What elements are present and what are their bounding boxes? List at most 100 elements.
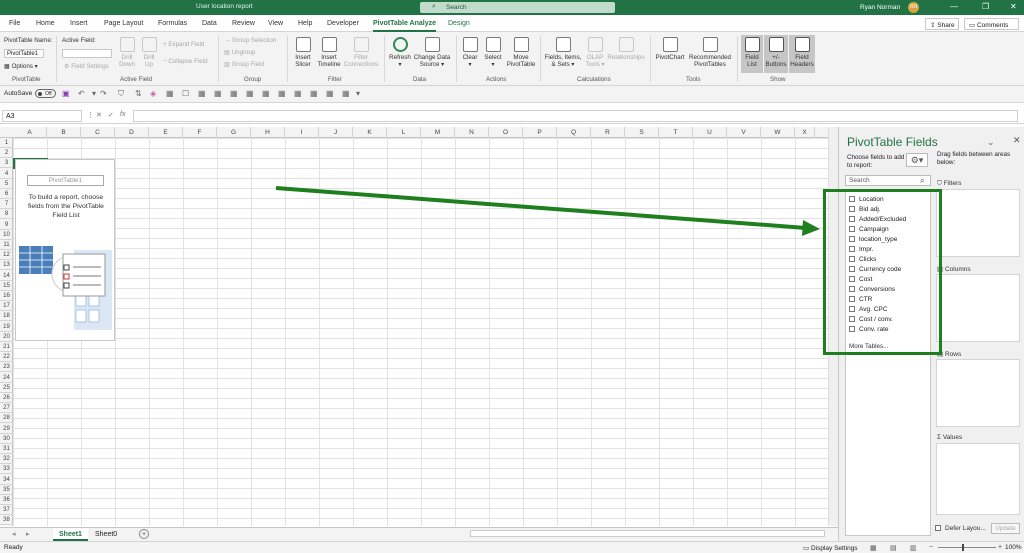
column-header[interactable]: M <box>421 127 455 138</box>
column-header[interactable]: V <box>727 127 761 138</box>
row-header[interactable]: 19 <box>0 322 13 332</box>
column-header[interactable]: F <box>183 127 217 138</box>
row-header[interactable]: 23 <box>0 362 13 373</box>
row-header[interactable]: 16 <box>0 291 13 301</box>
tools-gear-icon[interactable]: ⚙▾ <box>906 153 928 167</box>
column-header[interactable]: L <box>387 127 421 138</box>
row-header[interactable]: 14 <box>0 271 13 281</box>
field-search-input[interactable]: Search <box>845 175 931 186</box>
save-icon[interactable]: ▣ <box>62 89 70 98</box>
tab-view[interactable]: View <box>268 20 283 27</box>
plus-minus-buttons-button[interactable]: +/- Buttons <box>764 35 788 73</box>
pivottable-placeholder[interactable]: PivotTable1 To build a report, choose fi… <box>15 159 115 341</box>
row-header[interactable]: 12 <box>0 250 13 261</box>
column-header[interactable]: C <box>81 127 115 138</box>
comments-button[interactable]: ▭ Comments <box>964 18 1019 30</box>
column-header[interactable]: Q <box>557 127 591 138</box>
format-icon[interactable]: ☐ <box>182 89 189 98</box>
tab-developer[interactable]: Developer <box>327 20 359 27</box>
relationships-button[interactable]: Relationships <box>606 37 646 61</box>
clear-button[interactable]: Clear ▾ <box>460 37 480 68</box>
row-header[interactable]: 11 <box>0 240 13 250</box>
grid-icon[interactable]: ▦ <box>246 89 254 98</box>
filter-connections-button[interactable]: Filter Connections <box>343 37 379 68</box>
row-header[interactable]: 31 <box>0 444 13 454</box>
drill-up-button[interactable]: Drill Up <box>140 37 158 68</box>
row-header[interactable]: 24 <box>0 373 13 383</box>
options-button[interactable]: ▦ Options ▾ <box>4 63 38 70</box>
tab-page-layout[interactable]: Page Layout <box>104 20 143 27</box>
share-button[interactable]: ⇪ Share <box>925 18 959 30</box>
avatar[interactable]: RN <box>908 2 919 13</box>
horizontal-scrollbar[interactable] <box>470 530 825 537</box>
pivottable-name-input[interactable]: PivotTable1 <box>4 49 44 58</box>
tab-data[interactable]: Data <box>202 20 217 27</box>
tab-pivottable-analyze[interactable]: PivotTable Analyze <box>373 20 437 32</box>
row-header[interactable]: 1 <box>0 138 13 148</box>
undo-dropdown-icon[interactable]: ▾ <box>92 89 96 98</box>
name-box[interactable]: A3 <box>2 110 82 122</box>
insert-function-icon[interactable]: fx <box>120 111 125 118</box>
sort-icon[interactable]: ⇅ <box>135 89 142 98</box>
field-list-button[interactable]: Field List <box>741 35 763 73</box>
grid-icon[interactable]: ▦ <box>326 89 334 98</box>
column-header[interactable]: U <box>693 127 727 138</box>
update-button[interactable]: Update <box>991 523 1020 534</box>
field-settings-button[interactable]: ⚙ Field Settings <box>64 63 109 70</box>
move-pivottable-button[interactable]: Move PivotTable <box>505 37 537 68</box>
cells[interactable] <box>13 138 830 526</box>
page-break-view-icon[interactable]: ▥ <box>910 544 917 552</box>
defer-layout-checkbox[interactable]: Defer Layou... <box>935 525 986 532</box>
insert-slicer-button[interactable]: Insert Slicer <box>292 37 314 68</box>
borders-icon[interactable]: ▦ <box>166 89 174 98</box>
enter-icon[interactable]: ✓ <box>108 111 114 119</box>
row-header[interactable]: 10 <box>0 230 13 240</box>
column-header[interactable]: J <box>319 127 353 138</box>
row-header[interactable]: 4 <box>0 169 13 179</box>
zoom-slider[interactable] <box>938 547 996 548</box>
grid-icon[interactable]: ▦ <box>310 89 318 98</box>
row-header[interactable]: 8 <box>0 209 13 220</box>
columns-drop-area[interactable] <box>936 274 1020 342</box>
row-header[interactable]: 3 <box>0 158 13 169</box>
row-header[interactable]: 36 <box>0 495 13 505</box>
row-header[interactable]: 28 <box>0 413 13 424</box>
active-field-input[interactable] <box>62 49 112 58</box>
tab-review[interactable]: Review <box>232 20 255 27</box>
add-sheet-button[interactable]: + <box>139 529 149 539</box>
ungroup-button[interactable]: ▤ Ungroup <box>224 49 255 56</box>
tab-design[interactable]: Design <box>448 20 470 27</box>
zoom-level[interactable]: 100% <box>1005 544 1022 551</box>
column-header[interactable]: H <box>251 127 285 138</box>
column-header[interactable]: B <box>47 127 81 138</box>
cancel-icon[interactable]: ✕ <box>96 111 102 119</box>
tab-insert[interactable]: Insert <box>70 20 88 27</box>
row-header[interactable]: 9 <box>0 220 13 230</box>
grid-icon[interactable]: ▦ <box>278 89 286 98</box>
column-header[interactable]: W <box>761 127 795 138</box>
autosave-toggle[interactable]: Off <box>35 89 56 98</box>
column-header[interactable]: G <box>217 127 251 138</box>
column-header[interactable]: R <box>591 127 625 138</box>
page-layout-view-icon[interactable]: ▤ <box>890 544 897 552</box>
grid-icon[interactable]: ▦ <box>262 89 270 98</box>
row-header[interactable]: 7 <box>0 199 13 210</box>
grid-icon[interactable]: ▦ <box>214 89 222 98</box>
expand-field-button[interactable]: + Expand Field <box>163 41 204 48</box>
collapse-field-button[interactable]: − Collapse Field <box>163 58 208 65</box>
zoom-in-icon[interactable]: + <box>998 544 1002 551</box>
column-header[interactable]: P <box>523 127 557 138</box>
row-header[interactable]: 32 <box>0 454 13 465</box>
column-header[interactable]: N <box>455 127 489 138</box>
row-header[interactable]: 33 <box>0 464 13 475</box>
zoom-slider-knob[interactable] <box>962 544 964 551</box>
worksheet-grid[interactable]: ABCDEFGHIJKLMNOPQRSTUVWX 1 2 3 4 5 6 7 8 9 10 11 12… <box>0 127 830 526</box>
filters-drop-area[interactable] <box>936 189 1020 257</box>
group-field-button[interactable]: ▥ Group Field <box>224 61 264 68</box>
display-settings-button[interactable]: ▭ Display Settings <box>803 544 858 552</box>
tab-home[interactable]: Home <box>36 20 55 27</box>
checkbox[interactable] <box>935 525 941 531</box>
select-button[interactable]: Select ▾ <box>483 37 503 68</box>
column-header[interactable]: E <box>149 127 183 138</box>
formula-input[interactable] <box>133 110 1018 122</box>
